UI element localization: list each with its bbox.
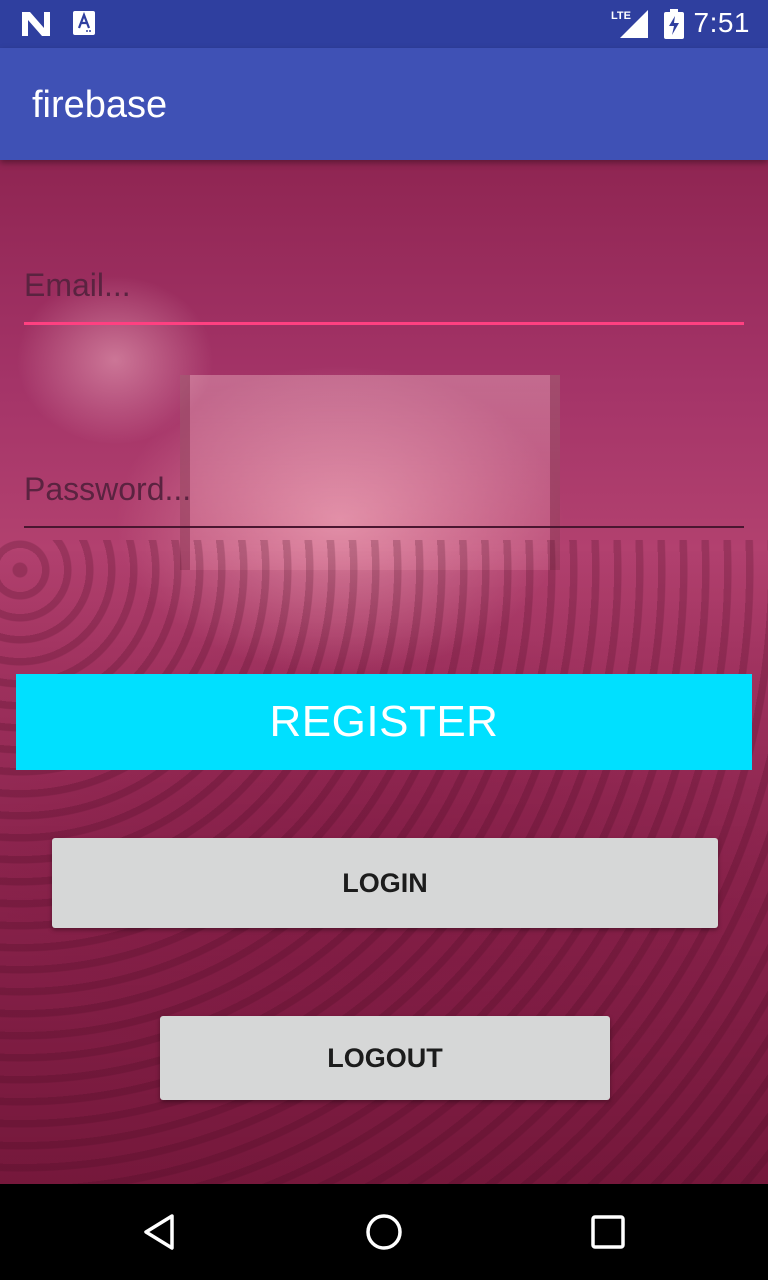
back-icon[interactable] [140,1212,180,1252]
navigation-bar [0,1184,768,1280]
app-bar: firebase [0,48,768,160]
password-input[interactable] [24,458,744,526]
main-content: REGISTER LOGIN LOGOUT [0,160,768,1184]
recents-icon[interactable] [588,1212,628,1252]
app-title: firebase [32,84,168,126]
battery-charging-icon [664,9,684,39]
password-field-container [24,458,744,528]
email-input[interactable] [24,255,744,322]
status-bar: LTE 7:51 [0,0,768,48]
a-notification-icon [73,11,95,35]
n-notification-icon [22,12,50,36]
logout-button[interactable]: LOGOUT [160,1016,610,1100]
status-time: 7:51 [693,7,750,38]
email-field-container [24,255,744,325]
lte-signal-icon: LTE [611,10,648,38]
register-button[interactable]: REGISTER [16,674,752,770]
svg-text:LTE: LTE [611,10,631,22]
home-icon[interactable] [364,1212,404,1252]
login-button[interactable]: LOGIN [52,838,718,928]
